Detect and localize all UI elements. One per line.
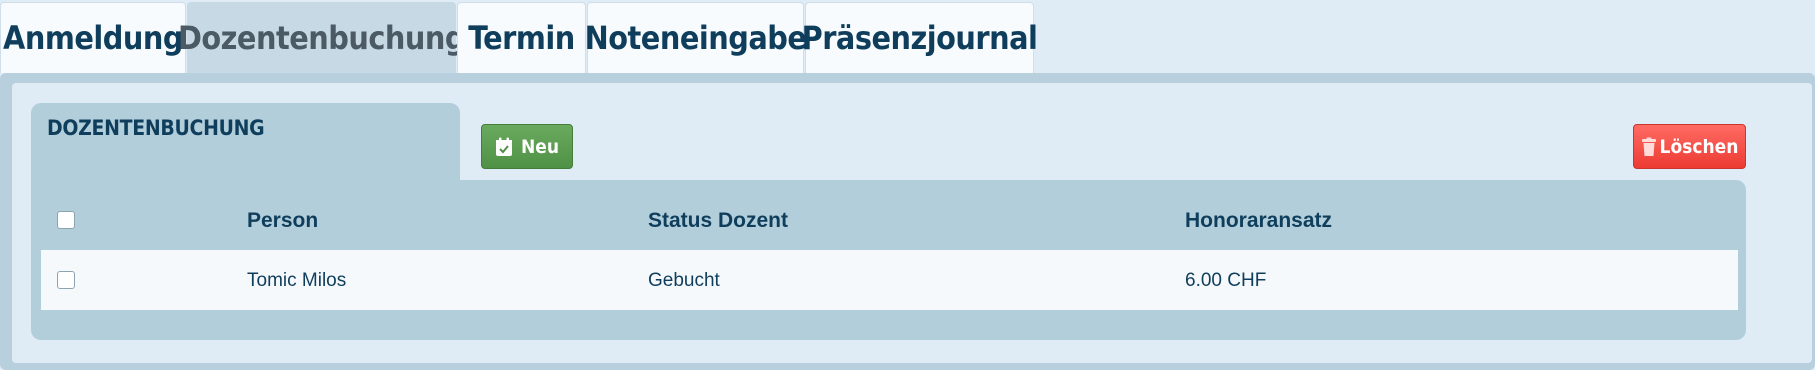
row-checkbox[interactable] xyxy=(57,271,75,289)
tab-praesenzjournal[interactable]: Präsenzjournal xyxy=(802,2,1038,73)
column-header-person[interactable]: Person xyxy=(247,209,318,233)
tab-termin[interactable]: Termin xyxy=(457,2,586,73)
cell-honorar: 6.00 CHF xyxy=(1185,270,1267,291)
tab-anmeldung[interactable]: Anmeldung xyxy=(0,2,186,73)
calendar-check-icon xyxy=(495,137,512,156)
cell-person: Tomic Milos xyxy=(247,270,347,291)
tab-dozentenbuchung[interactable]: Dozentenbuchung xyxy=(178,2,466,73)
column-header-status[interactable]: Status Dozent xyxy=(648,209,788,233)
trash-icon xyxy=(1641,137,1656,156)
section-header-tab xyxy=(31,103,460,183)
delete-button[interactable]: Löschen xyxy=(1633,124,1746,169)
section-title: DOZENTENBUCHUNG xyxy=(47,116,265,140)
new-button[interactable]: Neu xyxy=(481,124,573,169)
column-header-honorar[interactable]: Honoraransatz xyxy=(1185,209,1332,233)
delete-button-label: Löschen xyxy=(1659,135,1739,158)
new-button-label: Neu xyxy=(520,135,560,158)
cell-status: Gebucht xyxy=(648,270,720,291)
tab-noteneingabe[interactable]: Noteneingabe xyxy=(585,2,807,73)
select-all-checkbox[interactable] xyxy=(57,211,75,229)
